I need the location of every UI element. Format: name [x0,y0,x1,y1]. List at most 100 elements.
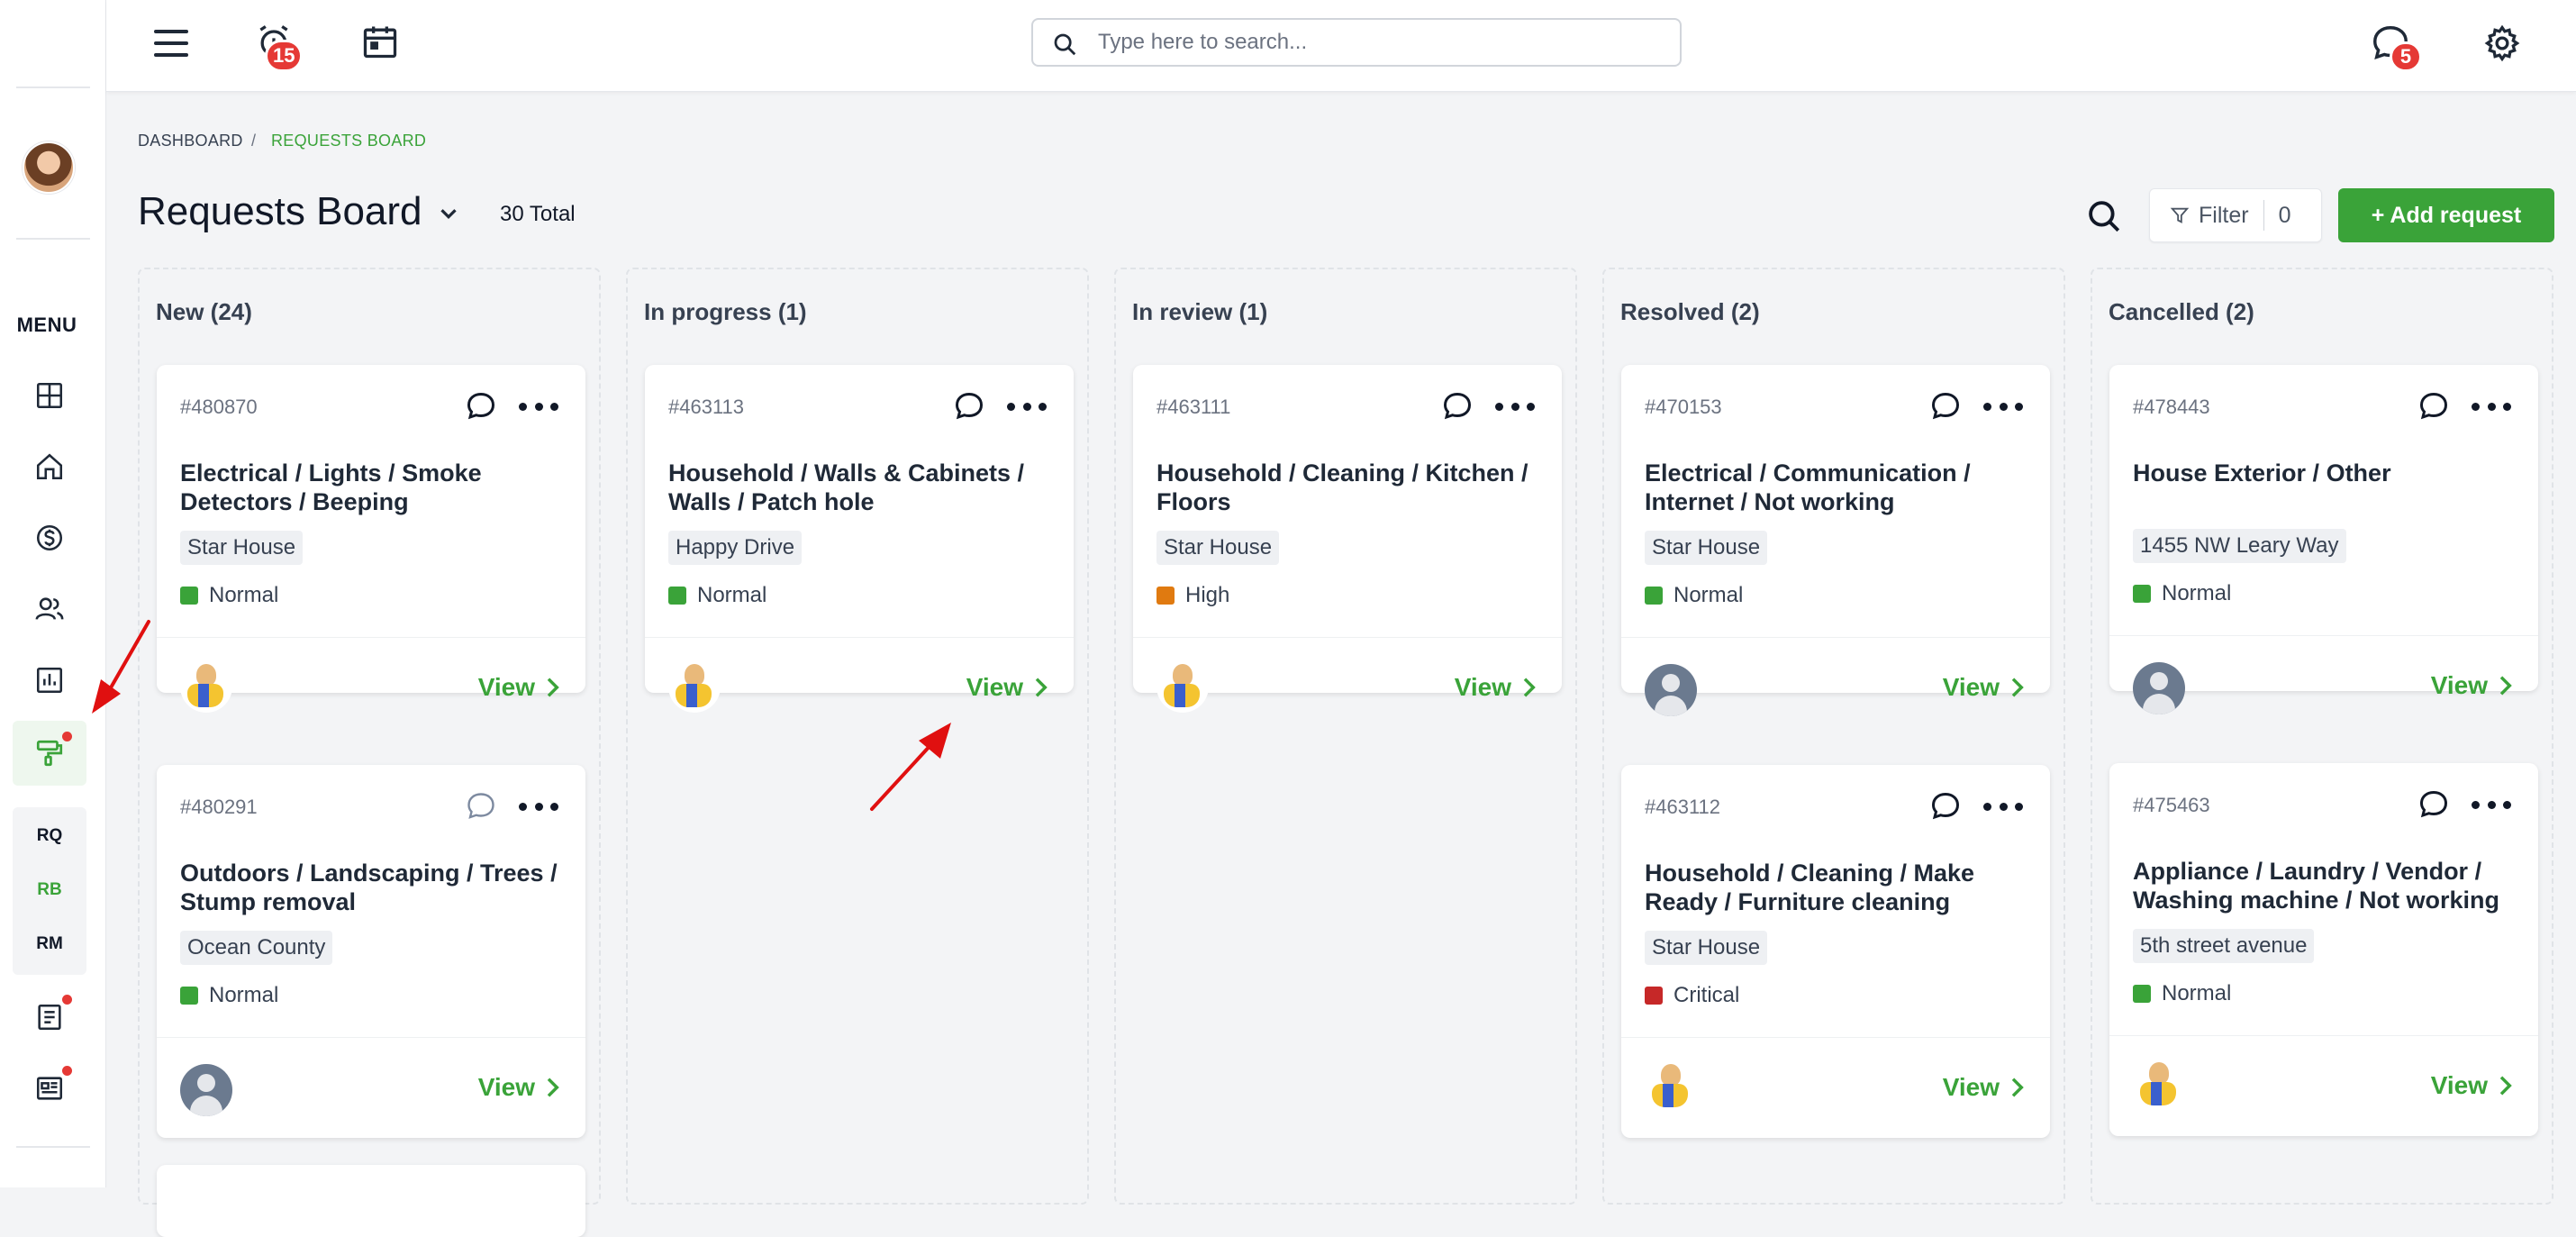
more-options-icon[interactable] [1495,390,1535,423]
request-title: Electrical / Lights / Smoke Detectors / … [180,459,482,515]
user-avatar[interactable] [23,141,75,194]
request-card[interactable]: #463113 Household / Walls & Cabinets / W… [645,365,1074,713]
breadcrumb-current: REQUESTS BOARD [271,132,427,150]
request-title: Outdoors / Landscaping / Trees / Stump r… [180,860,558,915]
view-label: View [1454,673,1511,701]
view-link[interactable]: View [2431,671,2513,700]
breadcrumb-dashboard[interactable]: DASHBOARD [138,132,243,150]
location-tag: Star House [180,531,304,565]
comment-icon[interactable] [2417,788,2450,821]
request-card[interactable]: #480870 Electrical / Lights / Smoke Dete… [157,365,585,713]
notification-dot [62,1066,72,1076]
request-card[interactable] [157,1165,585,1237]
sub-item-rm[interactable]: RM [13,934,86,954]
priority-label: Normal [180,583,278,608]
priority-text: Normal [697,583,767,607]
priority-swatch [1645,587,1663,605]
card-divider [1133,637,1562,638]
priority-text: Critical [1673,983,1740,1007]
priority-label: Normal [2133,981,2231,1006]
comment-icon[interactable] [2417,390,2450,423]
priority-text: Normal [2162,981,2232,1005]
request-card[interactable]: #463112 Household / Cleaning / Make Read… [1621,765,2050,1138]
comment-icon[interactable] [953,390,985,423]
more-options-icon[interactable] [2472,788,2511,821]
divider [16,238,90,240]
priority-swatch [2133,585,2151,603]
request-card[interactable]: #478443 House Exterior / Other 1455 NW L… [2109,365,2538,714]
dashboard-grid-icon[interactable] [30,376,69,415]
request-title: House Exterior / Other [2133,459,2391,487]
chevron-right-icon [2499,676,2512,696]
chevron-down-icon[interactable] [435,200,462,232]
more-options-icon[interactable] [1983,790,2023,823]
more-options-icon[interactable] [2472,390,2511,423]
priority-text: Normal [209,983,279,1007]
sidebar: MENU RQ RB RM [0,0,106,1187]
reports-chart-icon[interactable] [30,660,69,700]
column-title: New (24) [156,298,252,325]
assignee-avatar [180,1064,232,1116]
request-card[interactable]: #463111 Household / Cleaning / Kitchen /… [1133,365,1562,713]
view-label: View [2430,1071,2488,1099]
column-title: In progress (1) [644,298,807,325]
comment-icon[interactable] [1929,790,1962,823]
view-link[interactable]: View [1455,673,1537,702]
annotation-arrow-view [870,723,951,811]
request-id: #470153 [1645,396,1722,418]
settings-gear-icon[interactable] [2481,22,2524,65]
sub-item-rb[interactable]: RB [13,880,86,900]
request-card[interactable]: #475463 Appliance / Laundry / Vendor / W… [2109,763,2538,1136]
view-label: View [1942,673,2000,701]
sub-item-rq[interactable]: RQ [13,826,86,846]
more-options-icon[interactable] [519,790,558,823]
location-tag: 5th street avenue [2133,929,2315,963]
priority-text: Normal [209,583,279,607]
view-link[interactable]: View [966,673,1048,702]
view-label: View [966,673,1023,701]
view-link[interactable]: View [1943,1073,2025,1102]
view-link[interactable]: View [2431,1071,2513,1100]
search-field[interactable] [1031,18,1682,67]
add-request-button[interactable]: + Add request [2338,188,2554,242]
column-title: Cancelled (2) [2109,298,2254,325]
view-link[interactable]: View [1943,673,2025,702]
comment-icon[interactable] [1441,390,1474,423]
chevron-right-icon [2499,1076,2512,1096]
assignee-avatar [2133,662,2185,714]
priority-swatch [2133,985,2151,1003]
more-options-icon[interactable] [1007,390,1047,423]
filter-button[interactable]: Filter 0 [2149,188,2322,242]
column-in-progress: In progress (1) #463113 Household / Wall… [626,268,1089,1205]
request-card[interactable]: #470153 Electrical / Communication / Int… [1621,365,2050,716]
comment-icon[interactable] [465,390,497,423]
chevron-right-icon [1035,678,1048,697]
more-options-icon[interactable] [519,390,558,423]
dollar-icon[interactable] [30,518,69,558]
view-link[interactable]: View [478,1073,560,1102]
request-card[interactable]: #480291 Outdoors / Landscaping / Trees /… [157,765,585,1138]
home-icon[interactable] [30,447,69,487]
divider [16,1146,90,1148]
chevron-right-icon [547,1078,559,1097]
hamburger-menu-icon[interactable] [150,22,193,65]
comment-icon[interactable] [1929,390,1962,423]
column-title: Resolved (2) [1620,298,1760,325]
users-icon[interactable] [30,589,69,629]
priority-label: Critical [1645,983,1739,1008]
request-title: Appliance / Laundry / Vendor / Washing m… [2133,858,2500,914]
priority-text: Normal [2162,581,2232,605]
board-search-icon[interactable] [2085,197,2123,240]
comment-icon[interactable] [465,790,497,823]
card-divider [157,637,585,638]
priority-label: High [1156,583,1229,608]
notification-dot [62,995,72,1005]
assignee-avatar [2133,1059,2185,1111]
more-options-icon[interactable] [1983,390,2023,423]
card-divider [645,637,1074,638]
priority-label: Normal [1645,583,1743,608]
column-in-review: In review (1) #463111 Household / Cleani… [1114,268,1577,1205]
search-input[interactable] [1098,30,1680,55]
calendar-icon[interactable] [358,20,402,63]
view-link[interactable]: View [478,673,560,702]
